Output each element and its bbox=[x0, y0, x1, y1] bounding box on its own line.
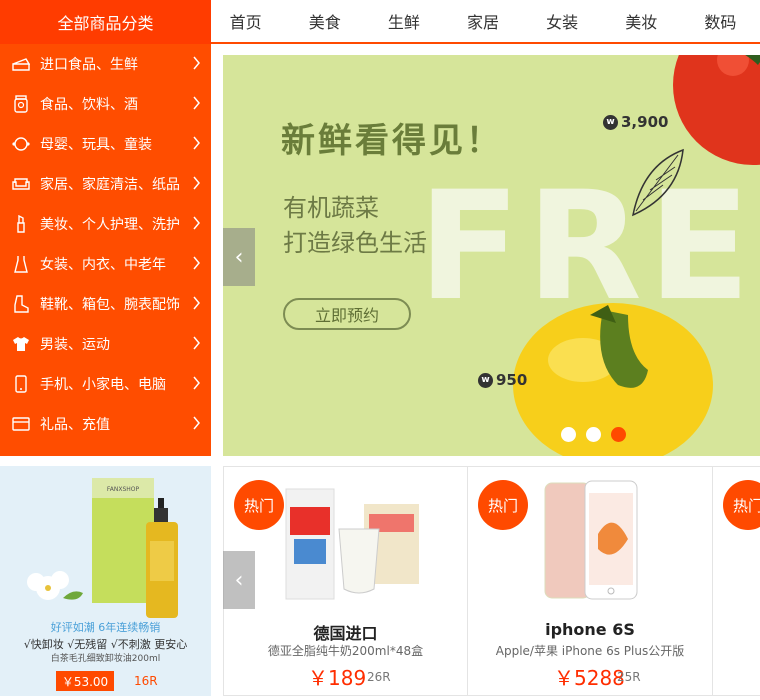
nav-beauty[interactable]: 美妆 bbox=[602, 9, 681, 33]
products-prev-button[interactable]: ‹ bbox=[223, 551, 255, 609]
price-tag: w 950 bbox=[478, 371, 527, 389]
product-card[interactable]: 热门 iphone 6S Apple/苹果 iPhone 6s Plus公开版 … bbox=[467, 466, 713, 696]
card-icon bbox=[12, 415, 30, 433]
product-price: ￥5288 bbox=[554, 666, 625, 690]
flower-image bbox=[27, 571, 83, 600]
category-label: 食品、饮料、酒 bbox=[40, 97, 138, 113]
won-icon: w bbox=[603, 114, 618, 130]
category-item[interactable]: 美妆、个人护理、洗护 bbox=[0, 204, 211, 244]
price-tag: w 3,900 bbox=[603, 113, 668, 131]
category-item[interactable]: 手机、小家电、电脑 bbox=[0, 364, 211, 404]
page: 全部商品分类 首页 美食 生鲜 家居 女装 美妆 数码 进口食品、生鲜 食品、饮… bbox=[0, 0, 760, 700]
chevron-right-icon bbox=[193, 256, 201, 274]
nav-digital[interactable]: 数码 bbox=[681, 9, 760, 33]
category-label: 鞋靴、箱包、腕表配饰 bbox=[40, 297, 180, 313]
leaf-sketch-image bbox=[631, 148, 684, 217]
cake-icon bbox=[12, 55, 30, 73]
jar-icon bbox=[12, 95, 30, 113]
chevron-right-icon bbox=[193, 96, 201, 114]
sofa-icon bbox=[12, 175, 30, 193]
boot-icon bbox=[12, 295, 30, 313]
top-nav: 首页 美食 生鲜 家居 女装 美妆 数码 bbox=[211, 0, 760, 44]
dress-icon bbox=[12, 255, 30, 273]
category-item[interactable]: 男装、运动 bbox=[0, 324, 211, 364]
banner-title: 新鲜看得见！ bbox=[281, 121, 503, 161]
nav-womens[interactable]: 女装 bbox=[523, 9, 602, 33]
nav-fresh[interactable]: 生鲜 bbox=[364, 9, 443, 33]
nav-home-living[interactable]: 家居 bbox=[443, 9, 522, 33]
nav-food[interactable]: 美食 bbox=[285, 9, 364, 33]
product-name: iphone 6S bbox=[545, 620, 635, 639]
oil-bottle-image bbox=[146, 498, 178, 618]
category-header[interactable]: 全部商品分类 bbox=[0, 0, 211, 44]
promo-ad[interactable]: FANXSHOP 好评如潮 6年连续畅销 √快卸妆 √无残留 √不刺激 更安心 … bbox=[0, 466, 211, 696]
category-item[interactable]: 食品、饮料、酒 bbox=[0, 84, 211, 124]
milk-carton-image bbox=[285, 488, 419, 600]
chevron-right-icon bbox=[193, 176, 201, 194]
svg-text:FANXSHOP: FANXSHOP bbox=[107, 486, 140, 493]
category-label: 礼品、充值 bbox=[40, 417, 110, 433]
product-old-price: 25R bbox=[617, 670, 641, 684]
nav-home[interactable]: 首页 bbox=[206, 9, 285, 33]
reserve-button[interactable]: 立即预约 bbox=[283, 298, 411, 330]
chevron-right-icon bbox=[193, 136, 201, 154]
category-label: 进口食品、生鲜 bbox=[40, 57, 138, 73]
category-label: 家居、家庭清洁、纸品 bbox=[40, 177, 180, 193]
ad-features: √快卸妆 √无残留 √不刺激 更安心 bbox=[23, 638, 188, 651]
product-card[interactable]: 热门 bbox=[712, 466, 760, 696]
hero-banner[interactable]: FRES 新鲜看得见！ 有机蔬菜 打造绿色生活 立即预约 w3,900 w950… bbox=[223, 55, 760, 456]
phone-icon bbox=[12, 375, 30, 393]
category-item[interactable]: 母婴、玩具、童装 bbox=[0, 124, 211, 164]
category-item[interactable]: 礼品、充值 bbox=[0, 404, 211, 444]
carousel-dot[interactable] bbox=[586, 427, 601, 442]
hot-products: 热门 德国进口 德亚全脂纯牛奶200ml*48盒 ￥189 26R 热门 iph… bbox=[223, 466, 760, 696]
category-item[interactable]: 家居、家庭清洁、纸品 bbox=[0, 164, 211, 204]
chevron-left-icon: ‹ bbox=[234, 567, 244, 593]
chevron-right-icon bbox=[193, 216, 201, 234]
hot-badge: 热门 bbox=[478, 480, 528, 530]
chevron-right-icon bbox=[193, 376, 201, 394]
chevron-left-icon: ‹ bbox=[234, 244, 244, 270]
shirt-icon bbox=[12, 335, 30, 353]
chevron-right-icon bbox=[193, 296, 201, 314]
ad-description: 白茶毛孔细致卸妆油200ml bbox=[50, 654, 161, 664]
product-card[interactable]: 热门 德国进口 德亚全脂纯牛奶200ml*48盒 ￥189 26R bbox=[223, 466, 468, 696]
category-item[interactable]: 鞋靴、箱包、腕表配饰 bbox=[0, 284, 211, 324]
category-label: 母婴、玩具、童装 bbox=[40, 137, 152, 153]
product-desc: Apple/苹果 iPhone 6s Plus公开版 bbox=[495, 644, 685, 658]
banner-subtitle: 有机蔬菜 bbox=[283, 194, 379, 222]
iphone-image bbox=[544, 480, 638, 600]
product-price: ￥189 bbox=[308, 666, 367, 690]
category-item[interactable]: 进口食品、生鲜 bbox=[0, 44, 211, 84]
chevron-right-icon bbox=[193, 416, 201, 434]
baby-icon bbox=[12, 135, 30, 153]
product-old-price: 26R bbox=[367, 670, 391, 684]
category-item[interactable]: 女装、内衣、中老年 bbox=[0, 244, 211, 284]
chevron-right-icon bbox=[193, 56, 201, 74]
carousel-dots bbox=[561, 427, 626, 442]
lipstick-icon bbox=[12, 215, 30, 233]
banner-subtitle: 打造绿色生活 bbox=[283, 229, 427, 257]
category-label: 女装、内衣、中老年 bbox=[40, 257, 166, 273]
won-icon: w bbox=[478, 372, 493, 388]
category-menu: 进口食品、生鲜 食品、饮料、酒 母婴、玩具、童装 家居、家庭清洁、纸品 美妆、个… bbox=[0, 44, 211, 456]
category-label: 男装、运动 bbox=[40, 337, 110, 353]
banner-prev-button[interactable]: ‹ bbox=[223, 228, 255, 286]
category-label: 手机、小家电、电脑 bbox=[40, 377, 166, 393]
chevron-right-icon bbox=[193, 336, 201, 354]
product-desc: 德亚全脂纯牛奶200ml*48盒 bbox=[267, 644, 424, 658]
carousel-dot-active[interactable] bbox=[611, 427, 626, 442]
hot-badge: 热门 bbox=[723, 480, 760, 530]
carousel-dot[interactable] bbox=[561, 427, 576, 442]
ad-old-price: 16R bbox=[134, 674, 158, 688]
hot-badge: 热门 bbox=[234, 480, 284, 530]
category-label: 美妆、个人护理、洗护 bbox=[40, 217, 180, 233]
ad-tagline: 好评如潮 6年连续畅销 bbox=[50, 621, 161, 634]
product-name: 德国进口 bbox=[313, 624, 378, 643]
ad-price: ￥53.00 bbox=[56, 671, 114, 691]
